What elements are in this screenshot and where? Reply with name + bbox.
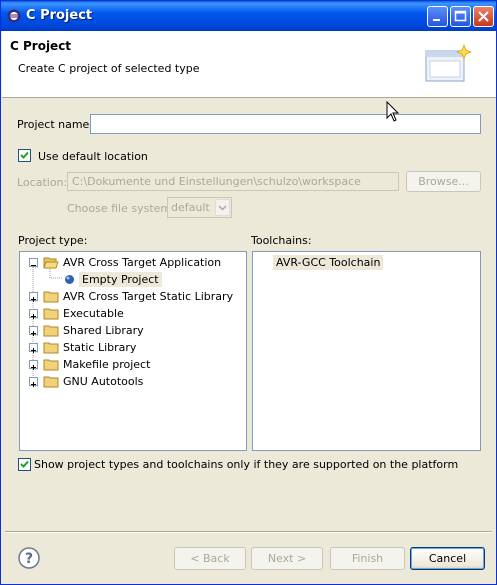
toolchain-item[interactable]: AVR-GCC Toolchain [273,255,384,270]
svg-text:?: ? [25,551,33,567]
project-name-input[interactable] [90,114,481,134]
file-system-select[interactable]: default [167,197,232,218]
wizard-banner: C Project Create C project of selected t… [2,31,496,98]
tree-item-label: Static Library [63,341,137,354]
project-bullet-icon [65,275,74,284]
expand-icon[interactable] [29,326,38,336]
folder-icon [43,291,59,303]
tree-item-label: AVR Cross Target Application [63,256,222,269]
folder-icon [43,359,59,371]
folder-icon [43,342,59,354]
location-input[interactable]: C:\Dokumente und Einstellungen\schulzo\w… [67,172,399,191]
expand-icon[interactable] [29,292,38,302]
folder-icon [43,376,59,388]
show-supported-checkbox[interactable] [18,458,31,471]
maximize-button[interactable] [450,6,471,27]
folder-icon [43,325,59,337]
expand-icon[interactable] [29,343,38,353]
use-default-location-checkbox[interactable] [18,149,31,162]
tree-item-label: GNU Autotools [63,375,144,388]
next-button[interactable]: Next > [251,547,323,570]
wizard-title: C Project [10,39,72,53]
finish-button[interactable]: Finish [330,547,405,570]
file-system-value: default [171,201,210,214]
show-supported-label: Show project types and toolchains only i… [34,458,459,471]
minimize-button[interactable] [427,6,448,27]
project-type-tree[interactable]: AVR Cross Target Application Empty Proje… [19,251,247,451]
tree-item-label: Empty Project [79,272,162,287]
help-icon[interactable]: ? [18,547,40,569]
window-title: C Project [26,8,93,23]
title-bar[interactable]: C Project [1,1,496,31]
location-label: Location: [17,176,68,189]
folder-open-icon [43,257,59,269]
c-project-dialog: C Project C Project Create C project of … [0,0,497,585]
maximize-icon [454,10,467,22]
project-name-label: Project name: [17,118,94,131]
toolchains-label: Toolchains: [251,234,312,247]
collapse-icon[interactable] [29,258,38,267]
close-button[interactable] [473,6,494,27]
button-bar-separator [5,531,492,533]
expand-icon[interactable] [29,360,38,370]
new-project-wizard-icon [425,44,472,82]
chevron-down-icon [218,205,227,211]
tree-item-label: AVR Cross Target Static Library [63,290,234,303]
close-icon [478,11,489,22]
minimize-icon [433,19,440,21]
use-default-location-label: Use default location [38,150,148,163]
browse-button[interactable]: Browse... [406,171,481,192]
tree-item-label: Executable [63,307,124,320]
eclipse-icon [7,9,21,23]
back-button[interactable]: < Back [174,547,246,570]
expand-icon[interactable] [29,309,38,319]
dropdown-arrow[interactable] [215,199,230,216]
wizard-description: Create C project of selected type [18,62,200,75]
expand-icon[interactable] [29,377,38,387]
mouse-cursor-icon [386,101,400,122]
tree-item-label: Makefile project [63,358,151,371]
folder-icon [43,308,59,320]
project-type-label: Project type: [18,234,88,247]
tree-item-label: Shared Library [63,324,144,337]
toolchains-list[interactable]: AVR-GCC Toolchain [252,251,481,451]
checkmark-icon [20,151,29,159]
file-system-label: Choose file system: [67,202,175,215]
cancel-button[interactable]: Cancel [410,547,485,570]
checkmark-icon [20,460,29,468]
